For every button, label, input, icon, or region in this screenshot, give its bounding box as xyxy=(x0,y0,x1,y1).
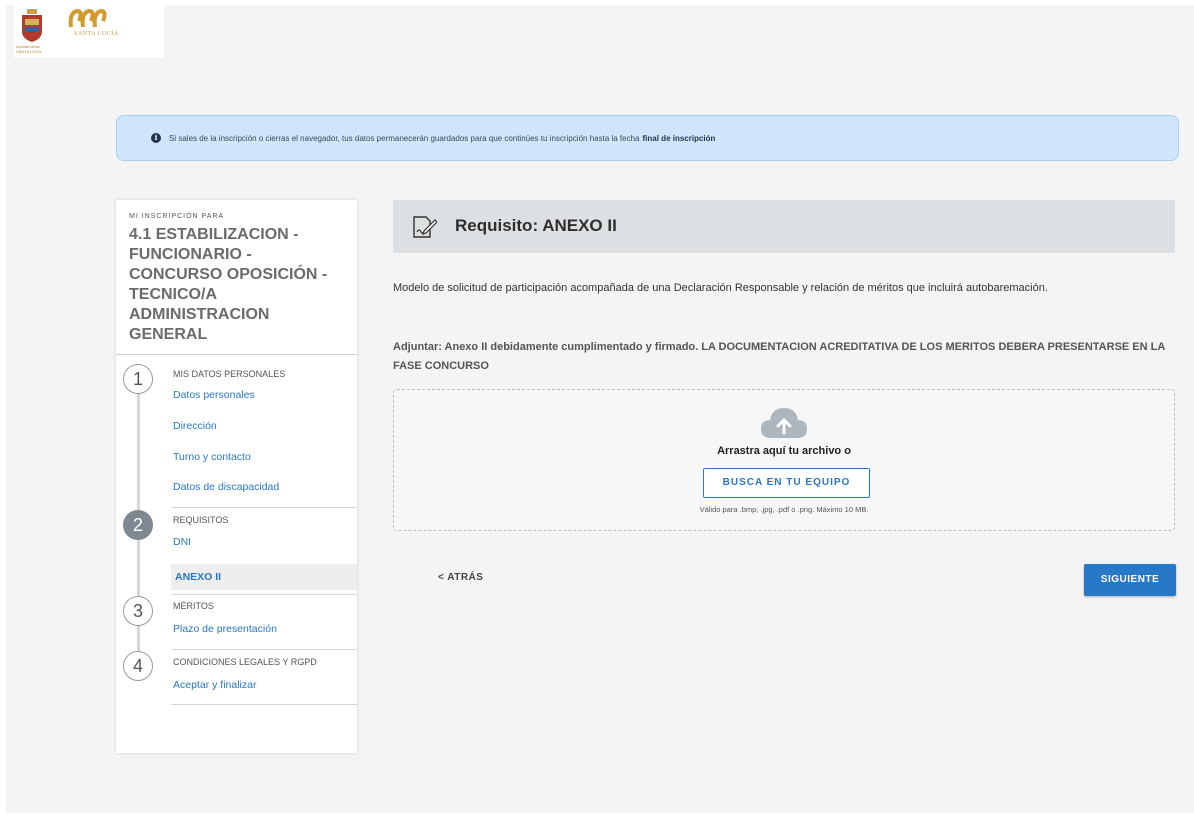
step-1-circle: 1 xyxy=(123,364,153,394)
sidebar-item-turno-contacto[interactable]: Turno y contacto xyxy=(173,451,251,463)
browse-files-button[interactable]: BUSCA EN TU EQUIPO xyxy=(703,468,870,498)
info-icon: i xyxy=(151,133,161,143)
step-2-heading: REQUISITOS xyxy=(173,515,229,525)
banner-emphasis: final de inscripción xyxy=(642,133,716,143)
back-button[interactable]: < ATRÁS xyxy=(438,572,483,583)
requirement-description: Modelo de solicitud de participación aco… xyxy=(393,282,1048,294)
dropzone-text: Arrastra aquí tu archivo o xyxy=(717,445,851,457)
coat-of-arms-icon xyxy=(22,9,42,42)
requirement-header: Requisito: ANEXO II xyxy=(393,200,1175,253)
shield-caption: Ayuntamiento SANTA LUCÍA xyxy=(16,44,42,54)
step-4-circle: 4 xyxy=(123,651,153,681)
sidebar-item-plazo[interactable]: Plazo de presentación xyxy=(173,623,277,635)
sidebar-title: 4.1 ESTABILIZACION - FUNCIONARIO - CONCU… xyxy=(129,226,328,343)
step-4-heading: CONDICIONES LEGALES Y RGPD xyxy=(173,657,317,667)
signature-document-icon xyxy=(413,216,437,238)
divider xyxy=(171,594,357,595)
sidebar-kicker: MI INSCRIPCIÓN PARA xyxy=(129,213,225,220)
step-3-heading: MÉRITOS xyxy=(173,601,214,611)
cloud-upload-icon xyxy=(761,408,807,438)
attach-instructions: Adjuntar: Anexo II debidamente cumplimen… xyxy=(393,341,1165,372)
divider xyxy=(171,649,357,650)
header-logos: Ayuntamiento SANTA LUCÍA SANTA LUCÍA xyxy=(14,5,164,58)
town-logo-icon xyxy=(68,8,107,28)
page-title: Requisito: ANEXO II xyxy=(455,216,617,235)
sidebar-item-direccion[interactable]: Dirección xyxy=(173,420,217,432)
town-logo-text: SANTA LUCÍA xyxy=(74,31,119,37)
sidebar-item-datos-personales[interactable]: Datos personales xyxy=(173,389,255,401)
file-format-hint: Válido para .bmp, .jpg, .pdf o .png. Máx… xyxy=(699,505,869,514)
next-button[interactable]: SIGUIENTE xyxy=(1084,564,1176,596)
banner-text: Si sales de la inscripción o cierras el … xyxy=(169,133,640,143)
divider xyxy=(116,354,357,355)
divider xyxy=(171,507,357,508)
info-banner: i Si sales de la inscripción o cierras e… xyxy=(116,115,1179,161)
sidebar-item-discapacidad[interactable]: Datos de discapacidad xyxy=(173,481,279,493)
registration-sidebar: MI INSCRIPCIÓN PARA 4.1 ESTABILIZACION -… xyxy=(116,200,357,753)
sidebar-item-aceptar[interactable]: Aceptar y finalizar xyxy=(173,679,256,691)
file-dropzone[interactable]: Arrastra aquí tu archivo o BUSCA EN TU E… xyxy=(393,389,1175,531)
step-2-circle: 2 xyxy=(123,510,153,540)
step-1-heading: MIS DATOS PERSONALES xyxy=(173,369,286,379)
sidebar-item-anexo-ii[interactable]: ANEXO II xyxy=(171,564,357,590)
step-3-circle: 3 xyxy=(123,596,153,626)
sidebar-item-dni[interactable]: DNI xyxy=(173,536,191,548)
divider xyxy=(171,704,357,705)
